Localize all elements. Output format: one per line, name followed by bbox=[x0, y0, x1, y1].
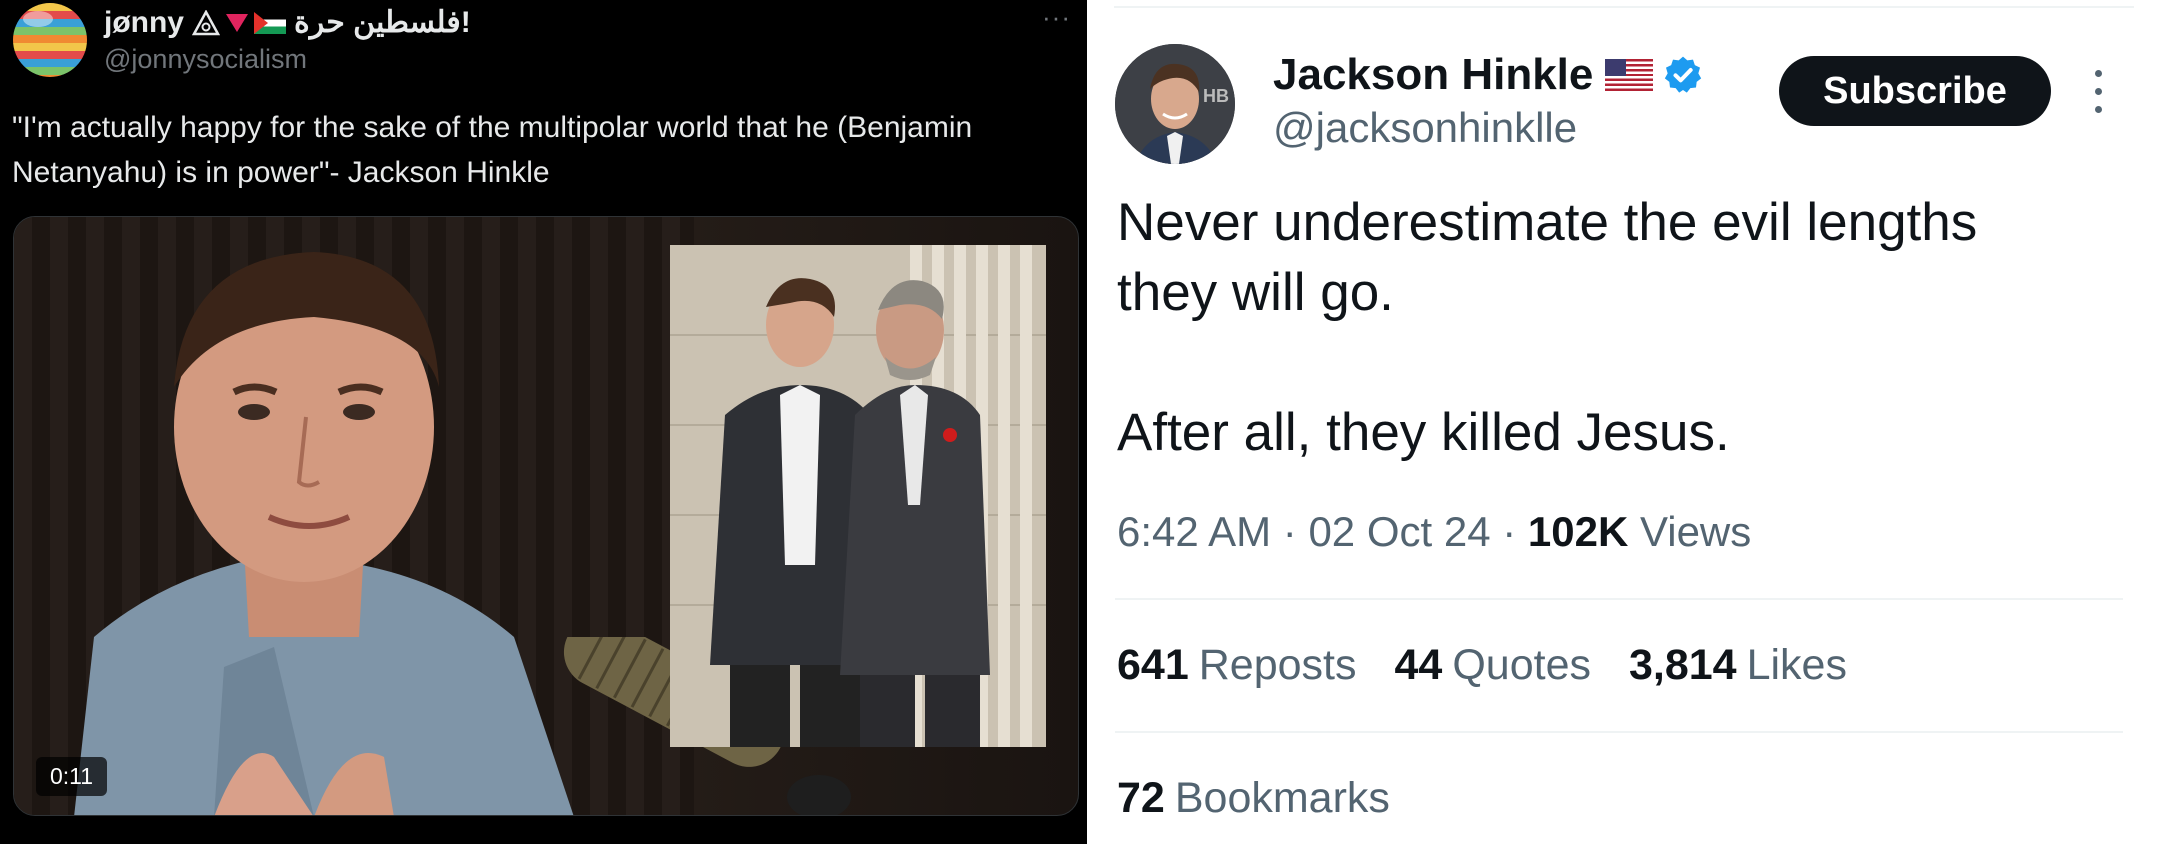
profile-photo: HB bbox=[1115, 44, 1235, 164]
tweet-time[interactable]: 6:42 AM bbox=[1117, 508, 1271, 555]
verified-badge-icon[interactable] bbox=[1663, 55, 1703, 95]
author-name[interactable]: jønny فلسطين حرة! bbox=[104, 5, 471, 40]
right-tweet-panel: HB Jackson Hinkle @jacksonhinklle Subscr… bbox=[1087, 0, 2160, 844]
likes-stat[interactable]: 3,814 Likes bbox=[1629, 641, 1847, 690]
tweet-text: Never underestimate the evil lengths the… bbox=[1117, 193, 1978, 462]
meta-separator: · bbox=[1282, 508, 1297, 555]
reposts-stat[interactable]: 641 Reposts bbox=[1117, 641, 1357, 690]
likes-label: Likes bbox=[1746, 641, 1847, 689]
reposts-label: Reposts bbox=[1198, 641, 1357, 689]
tweet-text: "I'm actually happy for the sake of the … bbox=[12, 111, 973, 189]
quotes-label: Quotes bbox=[1452, 641, 1591, 689]
bookmarks-count: 72 bbox=[1117, 774, 1165, 822]
display-name[interactable]: Jackson Hinkle bbox=[1273, 50, 1593, 100]
us-flag-icon bbox=[1605, 59, 1654, 91]
svg-text:HB: HB bbox=[1203, 86, 1229, 106]
avatar[interactable] bbox=[13, 3, 87, 77]
engagement-stats: 641 Reposts 44 Quotes 3,814 Likes bbox=[1117, 641, 1847, 690]
quotes-count: 44 bbox=[1394, 641, 1443, 689]
likes-count: 3,814 bbox=[1628, 641, 1737, 689]
palestinian-flag-icon bbox=[254, 11, 286, 34]
divider bbox=[1115, 598, 2123, 600]
inset-photo bbox=[670, 245, 1046, 747]
avatar[interactable]: HB bbox=[1115, 44, 1235, 164]
tweet-meta: 6:42 AM · 02 Oct 24 · 102K Views bbox=[1117, 508, 1751, 556]
left-tweet-panel: jønny فلسطين حرة! @jonnysocialism ··· "I… bbox=[0, 0, 1087, 844]
name-emoji-group bbox=[192, 9, 286, 36]
tweet-date[interactable]: 02 Oct 24 bbox=[1308, 508, 1490, 555]
more-options-icon[interactable]: ··· bbox=[1042, 2, 1071, 33]
views-count: 102K bbox=[1527, 508, 1629, 555]
video-duration-badge: 0:11 bbox=[36, 757, 108, 796]
bookmarks-label: Bookmarks bbox=[1174, 774, 1390, 822]
quotes-stat[interactable]: 44 Quotes bbox=[1395, 641, 1591, 690]
author-handle[interactable]: @jacksonhinklle bbox=[1273, 104, 1577, 152]
subscribe-button[interactable]: Subscribe bbox=[1779, 56, 2051, 126]
more-options-icon[interactable] bbox=[2092, 70, 2104, 116]
meta-separator: · bbox=[1502, 508, 1517, 555]
display-name[interactable]: jønny bbox=[104, 6, 184, 40]
top-divider bbox=[1114, 6, 2134, 8]
author-name[interactable]: Jackson Hinkle bbox=[1273, 50, 1703, 100]
video-player[interactable]: 0:11 bbox=[13, 216, 1079, 816]
arabic-name-text: فلسطين حرة! bbox=[294, 6, 471, 39]
triangle-outline-icon bbox=[192, 9, 220, 35]
divider bbox=[1115, 731, 2123, 733]
author-handle[interactable]: @jonnysocialism bbox=[104, 44, 307, 75]
two-men-photo bbox=[670, 245, 1046, 747]
reposts-count: 641 bbox=[1117, 641, 1189, 689]
red-triangle-icon bbox=[226, 13, 248, 32]
views-label: Views bbox=[1639, 508, 1752, 555]
bookmarks-stat[interactable]: 72 Bookmarks bbox=[1117, 774, 1390, 823]
